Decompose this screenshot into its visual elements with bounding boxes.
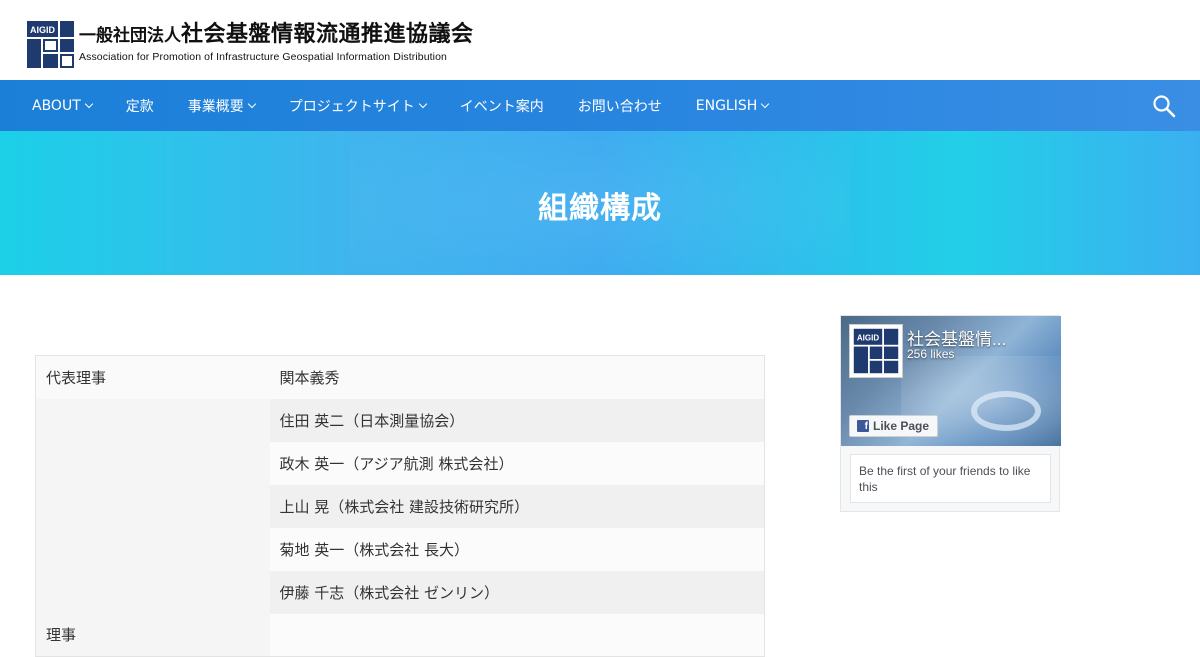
member-name-cell: 上山 晃（株式会社 建設技術研究所） [269,484,765,528]
facebook-like-count: 256 likes [907,347,955,361]
logo-org-name: 社会基盤情報流通推進協議会 [181,22,474,47]
logo-english-name: Association for Promotion of Infrastruct… [79,51,447,63]
chevron-down-icon [84,99,94,108]
main-nav: ABOUT 定款 事業概要 プロジェクトサイト イベント案内 お問い合わせ ENGLISH [0,80,1200,131]
nav-item-1[interactable]: 定款 [126,96,154,116]
facebook-cover-image[interactable]: AIGID 社会基盤情... 256 likes f Like Page [841,316,1061,446]
aigid-logo-icon: AIGID [27,21,74,68]
table-row: 理事 [35,613,765,657]
site-header: AIGID 一般社団法人社会基盤情報流通推進協議会 Association fo… [0,0,1200,80]
member-name-cell: 関本義秀 [269,355,765,399]
nav-item-5[interactable]: お問い合わせ [578,96,662,116]
role-cell: 代表理事 [35,355,270,399]
page-title: 組織構成 [538,191,662,226]
chevron-down-icon [247,99,257,108]
site-logo[interactable]: AIGID 一般社団法人社会基盤情報流通推進協議会 Association fo… [27,21,474,68]
facebook-friends-text: Be the first of your friends to like thi… [850,454,1051,503]
table-row: 政木 英一（アジア航測 株式会社） [35,441,765,485]
search-icon[interactable] [1152,94,1176,118]
chevron-down-icon [761,99,770,108]
table-row: 菊地 英一（株式会社 長大） [35,527,765,571]
like-button-label: Like Page [873,419,930,433]
nav-item-label: お問い合わせ [577,98,662,115]
role-cell [35,570,270,614]
nav-item-label: ENGLISH [695,97,758,114]
table-row: 住田 英二（日本測量協会） [35,398,765,442]
role-cell: 理事 [35,613,270,657]
nav-item-4[interactable]: イベント案内 [460,96,544,116]
table-row: 伊藤 千志（株式会社 ゼンリン） [35,570,765,614]
table-row: 上山 晃（株式会社 建設技術研究所） [35,484,765,528]
member-name-cell: 伊藤 千志（株式会社 ゼンリン） [269,570,765,614]
svg-text:AIGID: AIGID [30,25,56,35]
table-row: 代表理事 関本義秀 [35,355,765,399]
member-name-cell: 政木 英一（アジア航測 株式会社） [269,441,765,485]
nav-item-label: プロジェクトサイト [288,98,415,115]
logo-prefix: 一般社団法人 [79,26,181,46]
role-cell [35,398,270,442]
nav-item-3[interactable]: プロジェクトサイト [288,96,428,116]
role-cell [35,527,270,571]
member-name-cell [269,613,765,657]
nav-item-label: イベント案内 [459,98,544,115]
facebook-icon: f [857,420,869,432]
facebook-page-avatar[interactable]: AIGID [849,324,903,378]
chevron-down-icon [418,99,428,108]
nav-item-label: ABOUT [32,97,81,114]
nav-item-label: 事業概要 [187,98,244,115]
nav-item-label: 定款 [125,98,154,115]
facebook-like-button[interactable]: f Like Page [849,415,938,437]
logo-title: 一般社団法人社会基盤情報流通推進協議会 [79,21,474,50]
facebook-page-widget: AIGID 社会基盤情... 256 likes f Like Page Be … [840,315,1061,512]
page-hero: 組織構成 [0,131,1200,275]
nav-item-6[interactable]: ENGLISH [695,97,770,114]
role-cell [35,484,270,528]
member-name-cell: 菊地 英一（株式会社 長大） [269,527,765,571]
member-name-cell: 住田 英二（日本測量協会） [269,398,765,442]
organization-table: 代表理事 関本義秀 住田 英二（日本測量協会） 政木 英一（アジア航測 株式会社） 上山… [35,355,765,657]
nav-item-0[interactable]: ABOUT [32,97,94,114]
nav-item-2[interactable]: 事業概要 [187,96,257,116]
avatar-text: AIGID [857,333,879,342]
role-cell [35,441,270,485]
